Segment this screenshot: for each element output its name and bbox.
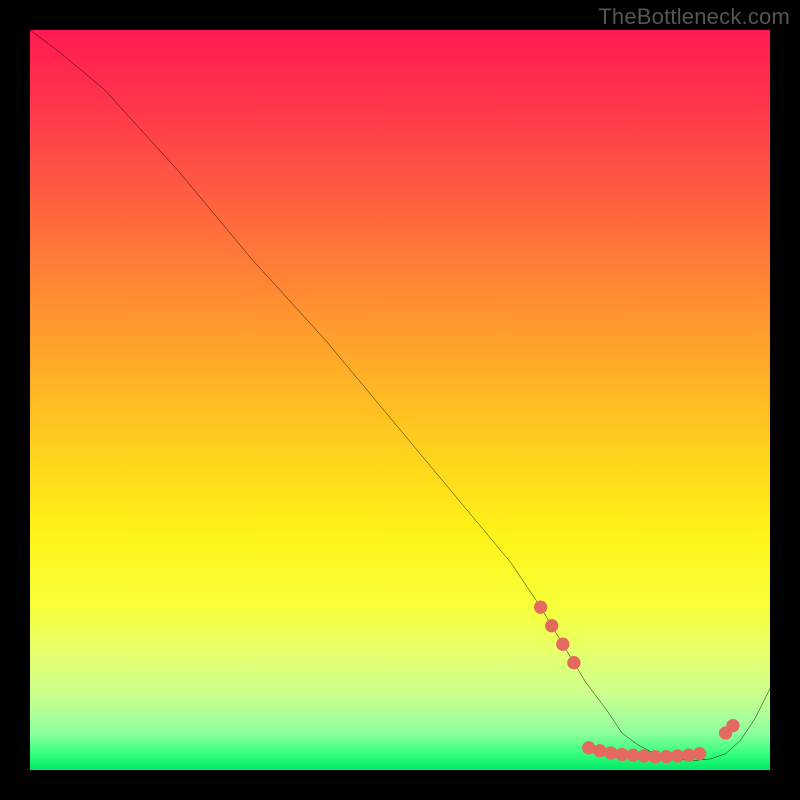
marker-dot (545, 619, 558, 632)
marker-dot (726, 719, 739, 732)
plot-area (30, 30, 770, 770)
bottleneck-curve (30, 30, 770, 760)
watermark-text: TheBottleneck.com (598, 4, 790, 30)
marker-dot (556, 638, 569, 651)
marker-dot (593, 744, 606, 757)
chart-frame: TheBottleneck.com (0, 0, 800, 800)
curve-markers (534, 601, 740, 764)
marker-dot (567, 656, 580, 669)
marker-dot (693, 747, 706, 760)
marker-dot (534, 601, 547, 614)
curve-layer (30, 30, 770, 770)
